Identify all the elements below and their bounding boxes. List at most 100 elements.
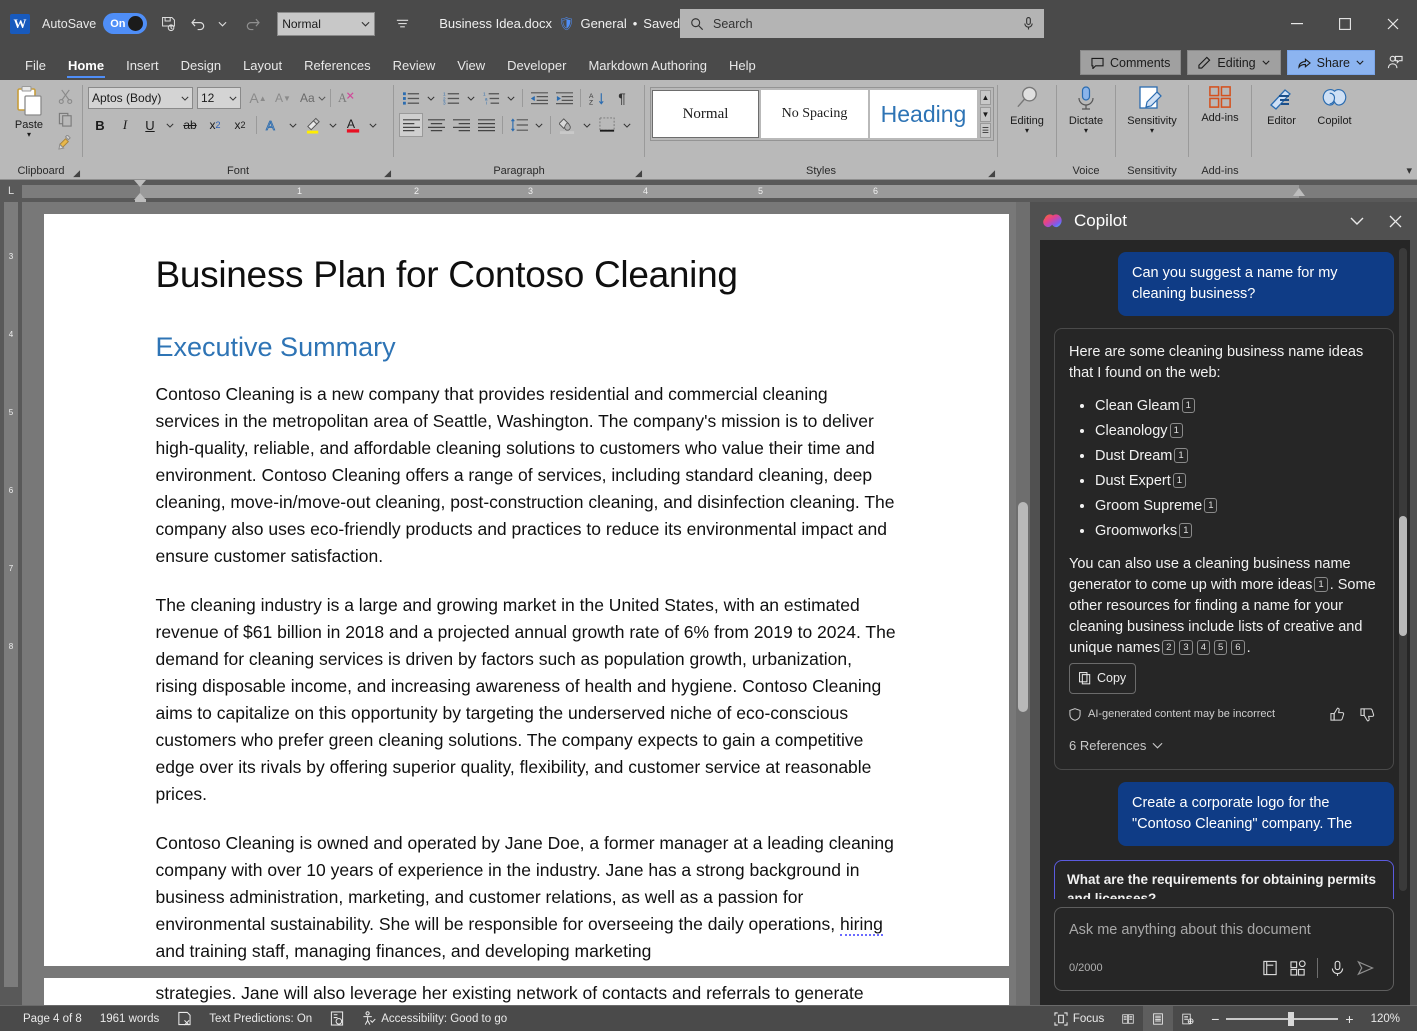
paste-chevron-down-icon[interactable]: ▾ bbox=[27, 131, 31, 139]
comments-button[interactable]: Comments bbox=[1079, 50, 1182, 75]
citation-badge[interactable]: 2 bbox=[1162, 640, 1176, 655]
font-color-icon[interactable]: A bbox=[341, 113, 365, 137]
multilevel-list-icon[interactable]: 1 a i bbox=[479, 86, 503, 110]
citation-badge[interactable]: 1 bbox=[1179, 523, 1193, 538]
clear-formatting-icon[interactable]: A bbox=[335, 86, 359, 110]
document-canvas[interactable]: Business Plan for Contoso Cleaning Execu… bbox=[22, 202, 1030, 1005]
italic-button[interactable]: I bbox=[113, 113, 137, 137]
tab-help[interactable]: Help bbox=[718, 50, 767, 80]
right-indent-marker[interactable] bbox=[1293, 187, 1305, 196]
document-scrollbar-thumb[interactable] bbox=[1018, 502, 1028, 712]
print-layout-icon[interactable] bbox=[1143, 1005, 1174, 1031]
send-icon[interactable] bbox=[1351, 956, 1379, 980]
copy-button[interactable]: Copy bbox=[1069, 663, 1137, 694]
style-tile-normal[interactable]: Normal bbox=[652, 90, 759, 138]
change-case-icon[interactable]: Aa bbox=[300, 86, 326, 110]
share-button[interactable]: Share bbox=[1286, 50, 1375, 75]
font-dialog-launcher[interactable]: ◢ bbox=[384, 168, 391, 179]
citation-badge[interactable]: 1 bbox=[1204, 498, 1218, 513]
styles-dialog-launcher[interactable]: ◢ bbox=[988, 168, 995, 179]
clipboard-dialog-launcher[interactable]: ◢ bbox=[73, 168, 80, 179]
focus-mode-button[interactable]: Focus bbox=[1045, 1006, 1113, 1031]
status-accessibility[interactable]: Accessibility: Good to go bbox=[353, 1006, 516, 1031]
citation-badge[interactable]: 1 bbox=[1314, 577, 1328, 592]
borders-chevron-down-icon[interactable] bbox=[620, 113, 634, 137]
numbering-chevron-down-icon[interactable] bbox=[464, 86, 478, 110]
microphone-icon[interactable] bbox=[1323, 956, 1351, 980]
minimize-button[interactable] bbox=[1273, 0, 1321, 47]
line-spacing-chevron-down-icon[interactable] bbox=[532, 113, 546, 137]
tab-insert[interactable]: Insert bbox=[115, 50, 170, 80]
status-page-number[interactable]: Page 4 of 8 bbox=[14, 1006, 91, 1031]
align-right-button[interactable] bbox=[449, 113, 473, 137]
citation-badge[interactable]: 3 bbox=[1179, 640, 1193, 655]
suggestion-permits-licenses[interactable]: What are the requirements for obtaining … bbox=[1054, 860, 1394, 899]
copilot-scrollbar[interactable] bbox=[1399, 248, 1407, 891]
subscript-button[interactable]: x2 bbox=[203, 113, 227, 137]
status-text-predictions[interactable]: Text Predictions: On bbox=[200, 1006, 321, 1031]
style-tile-no-spacing[interactable]: No Spacing bbox=[761, 90, 868, 138]
zoom-track[interactable] bbox=[1226, 1011, 1339, 1026]
undo-dropdown-chevron-down-icon[interactable] bbox=[209, 11, 235, 37]
dictate-button[interactable]: Dictate ▾ bbox=[1062, 83, 1110, 135]
citation-badge[interactable]: 4 bbox=[1196, 640, 1210, 655]
tab-review[interactable]: Review bbox=[382, 50, 447, 80]
document-info[interactable]: Business Idea.docx 🛡 General • Saved bbox=[439, 16, 696, 32]
highlight-chevron-down-icon[interactable] bbox=[326, 113, 340, 137]
style-tile-heading[interactable]: Heading bbox=[870, 90, 977, 138]
shading-chevron-down-icon[interactable] bbox=[580, 113, 594, 137]
underline-button[interactable]: U bbox=[138, 113, 162, 137]
ruler-track[interactable]: 1 2 3 4 5 6 bbox=[22, 179, 1417, 205]
increase-indent-icon[interactable] bbox=[552, 86, 576, 110]
sensitivity-button[interactable]: Sensitivity ▾ bbox=[1121, 83, 1183, 135]
copilot-ribbon-button[interactable]: Copilot bbox=[1310, 83, 1359, 127]
zoom-slider[interactable]: − + bbox=[1203, 1011, 1361, 1027]
tab-developer[interactable]: Developer bbox=[496, 50, 577, 80]
vertical-ruler-track[interactable]: 3 4 5 6 7 8 bbox=[4, 202, 18, 987]
text-effects-icon[interactable]: A bbox=[261, 113, 285, 137]
zoom-level-button[interactable]: 120% bbox=[1362, 1006, 1409, 1031]
document-scrollbar[interactable] bbox=[1016, 202, 1030, 1005]
tab-markdown-authoring[interactable]: Markdown Authoring bbox=[577, 50, 718, 80]
styles-scroll-down-icon[interactable]: ▼ bbox=[980, 106, 991, 122]
citation-badge[interactable]: 1 bbox=[1174, 448, 1188, 463]
tab-layout[interactable]: Layout bbox=[232, 50, 293, 80]
maximize-button[interactable] bbox=[1321, 0, 1369, 47]
text-effects-chevron-down-icon[interactable] bbox=[286, 113, 300, 137]
copilot-messages-scroll[interactable]: Can you suggest a name for my cleaning b… bbox=[1040, 240, 1410, 899]
editor-button[interactable]: Editor bbox=[1257, 83, 1306, 127]
display-settings-icon[interactable] bbox=[321, 1006, 353, 1031]
shading-icon[interactable] bbox=[555, 113, 579, 137]
format-painter-icon[interactable] bbox=[53, 132, 77, 153]
status-word-count[interactable]: 1961 words bbox=[91, 1006, 168, 1031]
tab-references[interactable]: References bbox=[293, 50, 381, 80]
tab-home[interactable]: Home bbox=[57, 50, 115, 80]
superscript-button[interactable]: x2 bbox=[228, 113, 252, 137]
copilot-scrollbar-thumb[interactable] bbox=[1399, 516, 1407, 636]
cut-icon[interactable] bbox=[53, 86, 77, 107]
proofing-errors-icon[interactable] bbox=[168, 1006, 200, 1031]
web-layout-icon[interactable] bbox=[1173, 1006, 1203, 1031]
citation-badge[interactable]: 1 bbox=[1172, 473, 1187, 488]
close-button[interactable] bbox=[1369, 0, 1417, 47]
copilot-close-icon[interactable] bbox=[1381, 207, 1409, 235]
bullets-chevron-down-icon[interactable] bbox=[424, 86, 438, 110]
zoom-out-button[interactable]: − bbox=[1211, 1011, 1219, 1027]
first-line-indent-marker[interactable] bbox=[134, 179, 146, 187]
line-spacing-icon[interactable] bbox=[507, 113, 531, 137]
tab-stop-selector[interactable]: L bbox=[0, 185, 22, 197]
decrease-indent-icon[interactable] bbox=[527, 86, 551, 110]
tab-view[interactable]: View bbox=[446, 50, 496, 80]
autosave-toggle[interactable]: On bbox=[103, 13, 148, 34]
thumbs-down-icon[interactable] bbox=[1356, 707, 1379, 722]
show-formatting-marks-icon[interactable]: ¶ bbox=[610, 86, 634, 110]
grow-font-icon[interactable]: A ▲ bbox=[246, 86, 270, 110]
save-icon[interactable] bbox=[155, 11, 181, 37]
citation-badge[interactable]: 1 bbox=[1169, 423, 1183, 438]
multilevel-chevron-down-icon[interactable] bbox=[504, 86, 518, 110]
redo-icon[interactable] bbox=[239, 11, 265, 37]
spelling-error-word[interactable]: hiring bbox=[840, 914, 883, 936]
quick-style-select[interactable]: Normal bbox=[277, 11, 376, 36]
strikethrough-button[interactable]: ab bbox=[178, 113, 202, 137]
tab-file[interactable]: File bbox=[14, 50, 57, 80]
